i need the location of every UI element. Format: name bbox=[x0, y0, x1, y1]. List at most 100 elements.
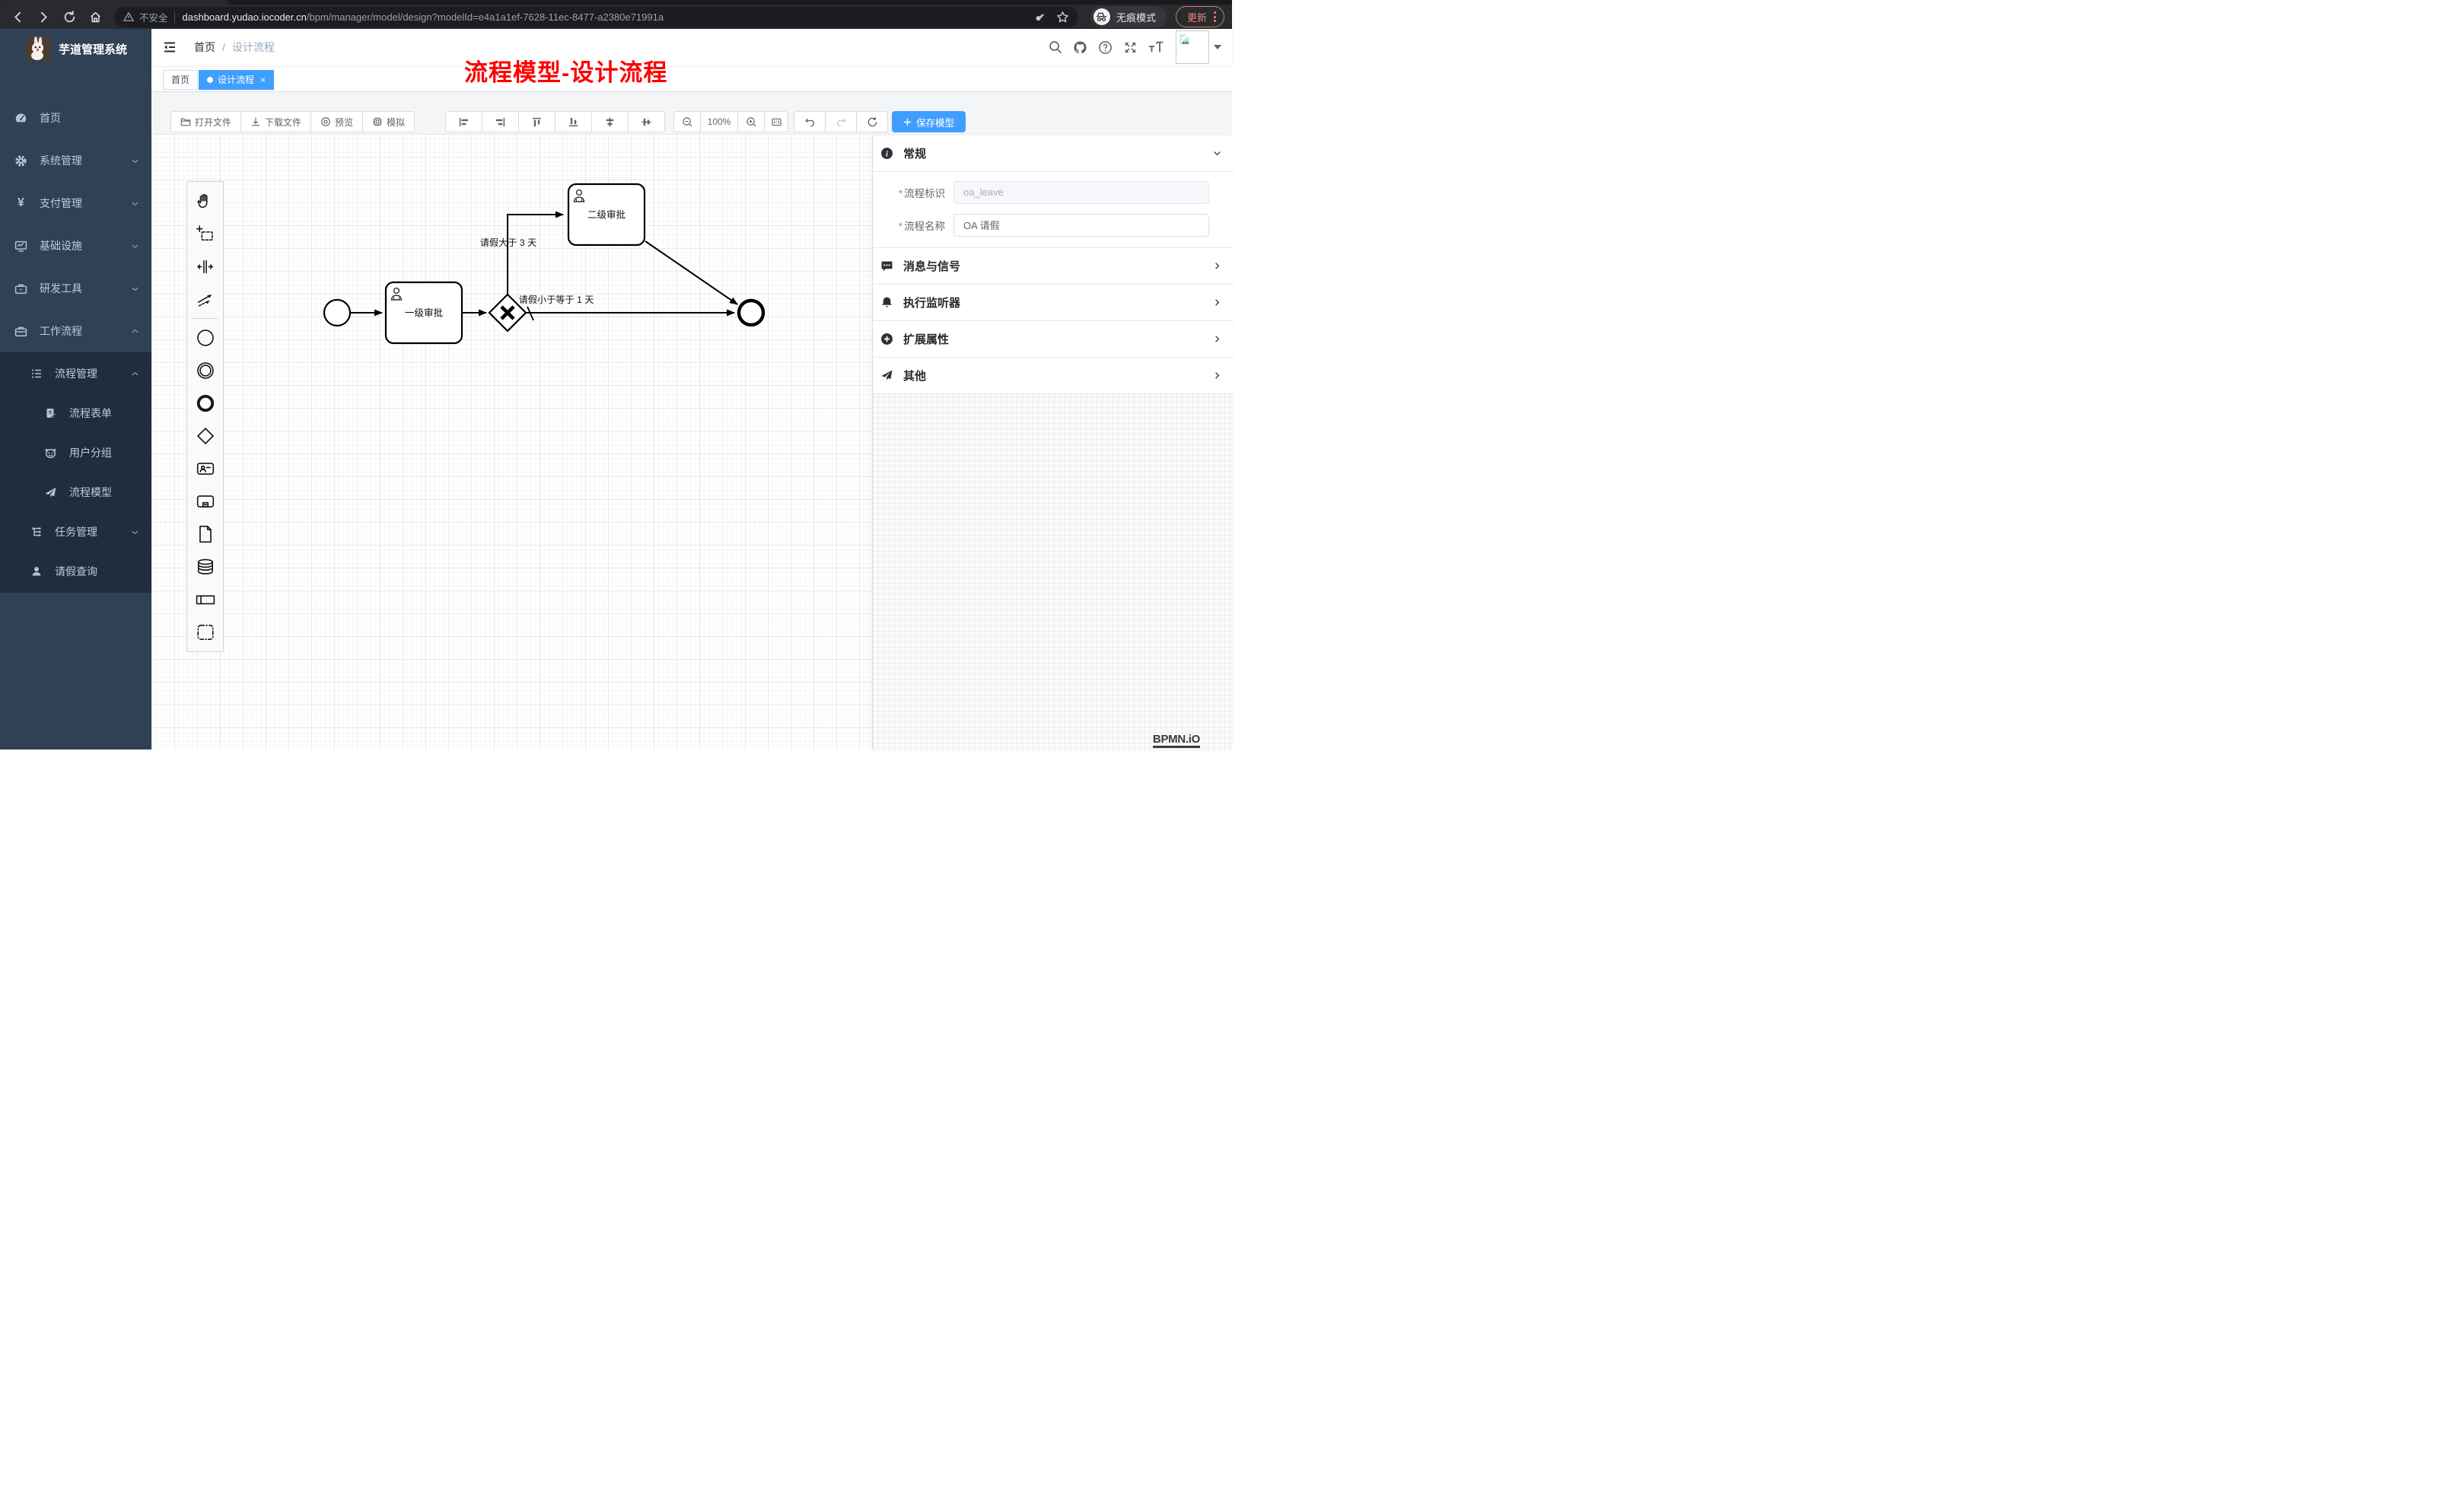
bookmark-star-icon[interactable] bbox=[1056, 11, 1069, 24]
sidebar-item-home[interactable]: 首页 bbox=[0, 97, 151, 139]
sidebar-item-devtools[interactable]: 研发工具 bbox=[0, 267, 151, 310]
redo-button[interactable] bbox=[825, 111, 857, 132]
back-icon[interactable] bbox=[5, 7, 30, 27]
section-messages[interactable]: 消息与信号 bbox=[873, 248, 1233, 285]
sidebar-item-workflow[interactable]: 工作流程 bbox=[0, 310, 151, 352]
close-icon[interactable]: × bbox=[260, 71, 266, 89]
folder-icon bbox=[180, 116, 191, 127]
task-level1-approve[interactable]: 一级审批 bbox=[386, 282, 462, 343]
section-other[interactable]: 其他 bbox=[873, 358, 1233, 394]
section-listeners[interactable]: 执行监听器 bbox=[873, 285, 1233, 321]
sidebar-item-leave-query[interactable]: 请假查询 bbox=[0, 552, 151, 591]
monitor-icon bbox=[14, 240, 27, 253]
download-file-button[interactable]: 下载文件 bbox=[240, 111, 311, 132]
incognito-badge: 无痕模式 bbox=[1090, 6, 1167, 27]
sidebar-item-payment[interactable]: ¥ 支付管理 bbox=[0, 182, 151, 224]
sidebar-item-process-mgmt[interactable]: 流程管理 bbox=[0, 354, 151, 393]
sidebar: 芋道管理系统 首页 系统管理 ¥ 支付管理 基础设施 bbox=[0, 29, 151, 750]
bpmn-canvas[interactable]: 一级审批 二级审批 请假大于 3 天 请假小于等于 1 天 bbox=[151, 134, 873, 750]
browser-menu-icon[interactable] bbox=[1214, 11, 1216, 22]
sidebar-item-label: 流程表单 bbox=[69, 406, 112, 421]
simulate-button[interactable]: 模拟 bbox=[362, 111, 415, 132]
restart-button[interactable] bbox=[856, 111, 888, 132]
form-icon bbox=[44, 407, 57, 419]
font-size-icon[interactable] bbox=[1143, 29, 1168, 65]
breadcrumb-home[interactable]: 首页 bbox=[194, 40, 215, 55]
yen-icon: ¥ bbox=[14, 197, 27, 209]
section-general[interactable]: i 常规 bbox=[873, 135, 1233, 172]
update-button[interactable]: 更新 bbox=[1176, 6, 1224, 27]
tag-home[interactable]: 首页 bbox=[163, 70, 198, 90]
sidebar-item-user-group[interactable]: 用户分组 bbox=[0, 433, 151, 473]
preview-button[interactable]: 预览 bbox=[310, 111, 363, 132]
process-name-input[interactable] bbox=[953, 214, 1209, 237]
flow-task2-to-end[interactable] bbox=[645, 241, 737, 304]
chevron-up-icon bbox=[131, 327, 139, 336]
sidebar-item-label: 工作流程 bbox=[40, 323, 82, 339]
incognito-icon bbox=[1094, 8, 1110, 25]
zoom-in-button[interactable] bbox=[737, 111, 765, 132]
bpmn-diagram[interactable]: 一级审批 二级审批 请假大于 3 天 请假小于等于 1 天 bbox=[151, 134, 872, 750]
search-icon[interactable] bbox=[1043, 29, 1068, 65]
open-file-button[interactable]: 打开文件 bbox=[170, 111, 241, 132]
forward-icon[interactable] bbox=[30, 7, 56, 27]
zoom-button-group: 100% bbox=[673, 111, 788, 132]
flow-label-le1[interactable]: 请假小于等于 1 天 bbox=[519, 294, 594, 305]
browser-chrome: 不安全 dashboard.yudao.iocoder.cn/bpm/manag… bbox=[0, 0, 1232, 29]
bpmn-io-watermark[interactable]: BPMN.iO bbox=[1153, 733, 1200, 748]
section-extensions[interactable]: 扩展属性 bbox=[873, 321, 1233, 358]
fullscreen-icon[interactable] bbox=[1118, 29, 1143, 65]
sidebar-item-infra[interactable]: 基础设施 bbox=[0, 224, 151, 267]
sidebar-item-process-form[interactable]: 流程表单 bbox=[0, 393, 151, 433]
help-icon[interactable] bbox=[1093, 29, 1118, 65]
reload-icon[interactable] bbox=[56, 7, 82, 27]
align-bottom-button[interactable] bbox=[555, 111, 592, 132]
task1-label: 一级审批 bbox=[405, 307, 443, 319]
home-icon[interactable] bbox=[82, 7, 108, 27]
align-left-button[interactable] bbox=[445, 111, 482, 132]
tags-view-bar: 首页 设计流程 × bbox=[151, 65, 1232, 92]
sidebar-item-task-mgmt[interactable]: 任务管理 bbox=[0, 512, 151, 552]
key-icon[interactable] bbox=[1033, 11, 1046, 23]
align-center-horizontal-button[interactable] bbox=[591, 111, 629, 132]
zoom-level: 100% bbox=[700, 111, 738, 132]
task-level2-approve[interactable]: 二级审批 bbox=[568, 184, 645, 245]
sidebar-item-system[interactable]: 系统管理 bbox=[0, 139, 151, 182]
caret-down-icon[interactable] bbox=[1214, 44, 1221, 50]
process-key-input[interactable] bbox=[953, 181, 1209, 204]
sidebar-item-label: 流程模型 bbox=[69, 485, 112, 500]
url-text: dashboard.yudao.iocoder.cn/bpm/manager/m… bbox=[183, 11, 1027, 23]
sidebar-item-process-model[interactable]: 流程模型 bbox=[0, 473, 151, 512]
collapse-menu-icon[interactable] bbox=[162, 40, 177, 55]
security-label: 不安全 bbox=[139, 10, 168, 24]
sidebar-item-label: 基础设施 bbox=[40, 238, 82, 253]
align-top-button[interactable] bbox=[518, 111, 556, 132]
zoom-reset-button[interactable] bbox=[764, 111, 788, 132]
avatar[interactable] bbox=[1176, 30, 1209, 64]
info-icon: i bbox=[880, 147, 893, 160]
undo-button[interactable] bbox=[794, 111, 826, 132]
tag-design-active[interactable]: 设计流程 × bbox=[199, 70, 274, 90]
sidebar-item-label: 首页 bbox=[40, 110, 61, 126]
sidebar-item-label: 请假查询 bbox=[55, 564, 97, 579]
app-logo-row[interactable]: 芋道管理系统 bbox=[0, 29, 151, 68]
app-title: 芋道管理系统 bbox=[59, 41, 127, 57]
process-name-label: *流程名称 bbox=[873, 218, 945, 233]
align-center-vertical-button[interactable] bbox=[628, 111, 665, 132]
warning-icon bbox=[123, 11, 134, 22]
tree-icon bbox=[30, 526, 43, 538]
align-right-button[interactable] bbox=[482, 111, 519, 132]
github-icon[interactable] bbox=[1068, 29, 1093, 65]
flow-label-gt3[interactable]: 请假大于 3 天 bbox=[480, 237, 537, 248]
toolbox-icon bbox=[14, 325, 27, 338]
save-model-button[interactable]: 保存模型 bbox=[892, 111, 966, 132]
chip-icon bbox=[372, 116, 383, 127]
download-icon bbox=[250, 116, 261, 127]
address-bar[interactable]: 不安全 dashboard.yudao.iocoder.cn/bpm/manag… bbox=[114, 7, 1078, 27]
flow-gateway-to-task2[interactable] bbox=[508, 215, 563, 295]
zoom-out-button[interactable] bbox=[673, 111, 701, 132]
general-fields: *流程标识 *流程名称 bbox=[873, 172, 1233, 248]
end-event[interactable] bbox=[739, 301, 763, 325]
start-event[interactable] bbox=[324, 300, 350, 326]
plus-circle-icon bbox=[880, 333, 893, 345]
